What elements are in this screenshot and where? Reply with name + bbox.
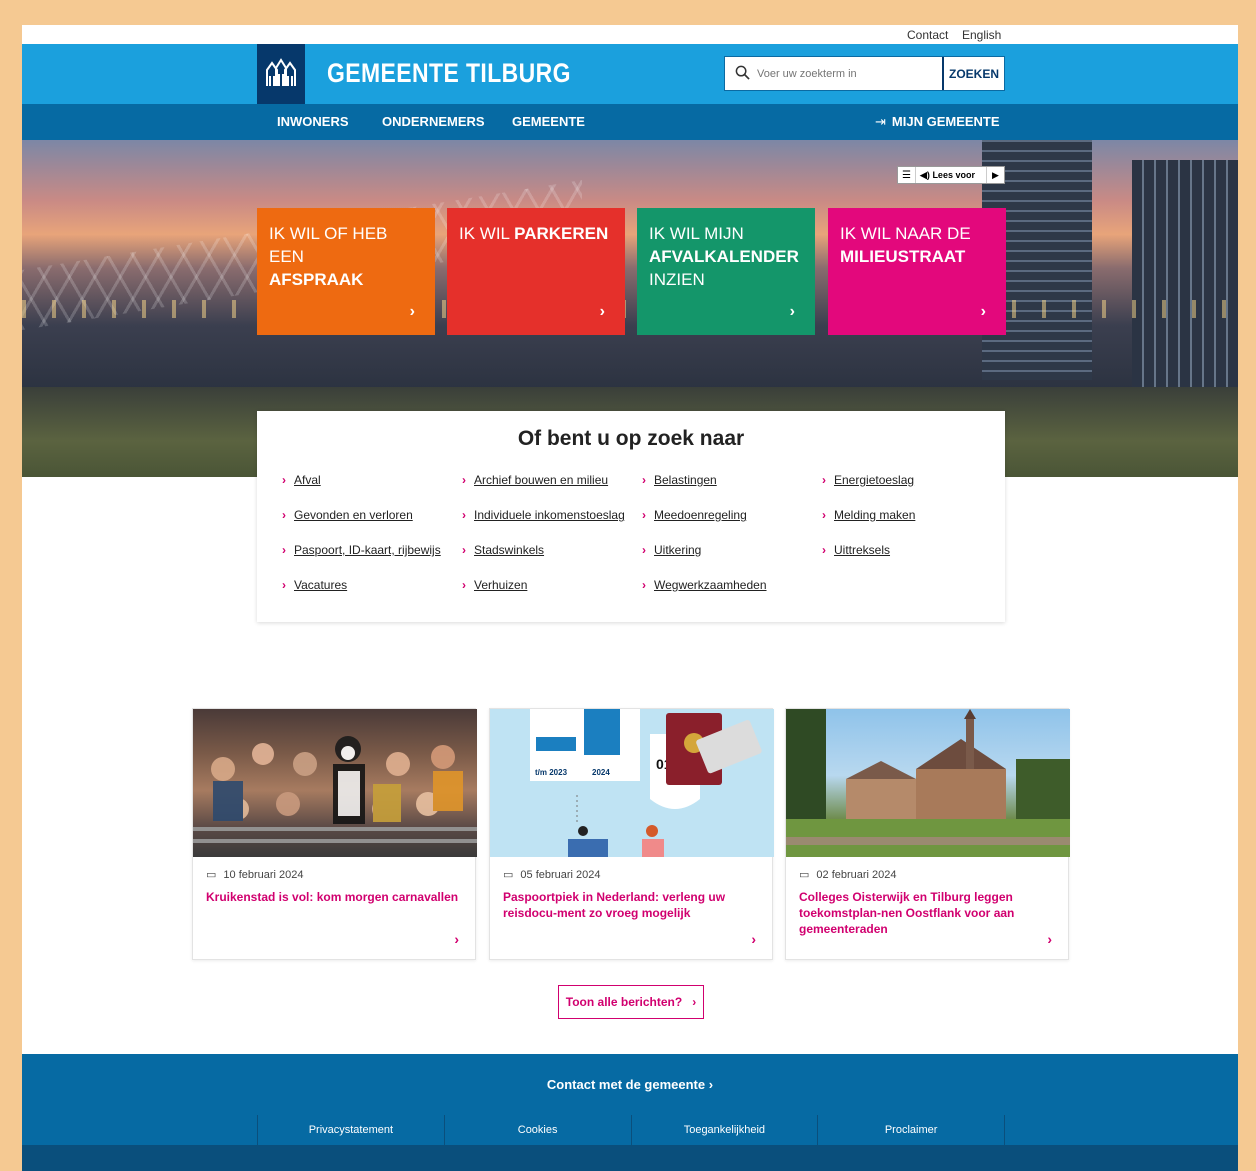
search-button[interactable]: ZOEKEN — [942, 57, 1004, 90]
chevron-right-icon: › — [599, 303, 605, 320]
calendar-icon: ▭ — [799, 869, 810, 881]
building — [1132, 160, 1238, 400]
quick-link[interactable]: › Energietoeslag — [822, 473, 914, 487]
news-title[interactable]: Kruikenstad is vol: kom morgen carnavall… — [206, 889, 466, 905]
main-nav: INWONERS ONDERNEMERS GEMEENTE ⇥ MIJN GEME… — [22, 104, 1238, 140]
chevron-right-icon: › — [282, 578, 286, 592]
chevron-right-icon: › — [454, 931, 459, 947]
footer-links: Privacystatement Cookies Toegankelijkhei… — [257, 1115, 1005, 1145]
quick-link[interactable]: › Uitkering — [642, 543, 701, 557]
quick-links-panel: Of bent u op zoek naar › Afval › Archief b… — [257, 411, 1005, 622]
readspeaker-bar: ☰ ◀) Lees voor ▶ — [897, 166, 1005, 184]
footer: Contact met de gemeente › Privacystateme… — [22, 1054, 1238, 1171]
footer-contact-link[interactable]: Contact met de gemeente › — [22, 1077, 1238, 1092]
all-news-button[interactable]: Toon alle berichten? › — [558, 985, 704, 1019]
speaker-icon: ◀) — [920, 169, 930, 180]
quick-link[interactable]: › Stadswinkels — [462, 543, 544, 557]
chevron-right-icon: › — [642, 543, 646, 557]
quick-link[interactable]: › Paspoort, ID-kaart, rijbewijs — [282, 543, 441, 557]
header: GEMEENTE TILBURG ZOEKEN — [22, 44, 1238, 104]
news-card[interactable]: ▭ 10 februari 2024 Kruikenstad is vol: ko… — [192, 708, 477, 960]
tile-afspraak[interactable]: IK WIL OF HEB EEN AFSPRAAK › — [257, 208, 435, 335]
chevron-right-icon: › — [282, 508, 286, 522]
news-card[interactable]: ▭ 02 februari 2024 Colleges Oisterwijk en… — [785, 708, 1070, 960]
calendar-icon: ▭ — [206, 869, 217, 881]
chevron-right-icon: › — [822, 508, 826, 522]
page: Contact English GEMEENTE TILBURG ZOEKEN … — [22, 25, 1238, 1171]
search-icon — [735, 65, 750, 80]
tile-afvalkalender[interactable]: IK WIL MIJN AFVALKALENDER INZIEN › — [637, 208, 815, 335]
train-lights — [22, 300, 1238, 318]
news-date: ▭ 10 februari 2024 — [206, 868, 304, 882]
quick-link[interactable]: › Archief bouwen en milieu — [462, 473, 608, 487]
quick-links-title: Of bent u op zoek naar — [517, 427, 745, 450]
quick-link[interactable]: › Wegwerkzaamheden — [642, 578, 767, 592]
chevron-right-icon: › — [409, 303, 415, 320]
quick-link[interactable]: › Melding maken — [822, 508, 915, 522]
quick-link[interactable]: › Gevonden en verloren — [282, 508, 413, 522]
quick-link[interactable]: › Belastingen — [642, 473, 717, 487]
quick-link[interactable]: › Meedoenregeling — [642, 508, 747, 522]
footer-link-cookies[interactable]: Cookies — [443, 1115, 631, 1145]
my-municipality-link[interactable]: ⇥ MIJN GEMEENTE — [875, 114, 1000, 130]
chevron-right-icon: › — [462, 508, 466, 522]
chart-label: t/m 2023 — [535, 768, 568, 777]
chevron-right-icon: › — [751, 931, 756, 947]
footer-bottom-bar — [22, 1145, 1238, 1171]
quick-link[interactable]: › Afval — [282, 473, 321, 487]
quick-link[interactable]: › Verhuizen — [462, 578, 527, 592]
chevron-right-icon: › — [282, 543, 286, 557]
chevron-right-icon: › — [1047, 931, 1052, 947]
news-date: ▭ 02 februari 2024 — [799, 868, 897, 882]
quick-link[interactable]: › Vacatures — [282, 578, 347, 592]
chevron-right-icon: › — [789, 303, 795, 320]
chevron-right-icon: › — [282, 473, 286, 487]
chevron-right-icon: › — [822, 543, 826, 557]
chevron-right-icon: › — [642, 578, 646, 592]
nav-item-ondernemers[interactable]: ONDERNEMERS — [382, 114, 485, 129]
site-title[interactable]: GEMEENTE TILBURG — [327, 58, 571, 89]
news-title[interactable]: Paspoortpiek in Nederland: verleng uw re… — [503, 889, 763, 921]
chart-label: 2024 — [592, 768, 610, 777]
nav-item-gemeente[interactable]: GEMEENTE — [512, 114, 585, 129]
news-card[interactable]: t/m 2023 2024 01 ▭ 05 februari 2024 Paspo… — [489, 708, 774, 960]
english-link[interactable]: English — [962, 28, 1001, 42]
play-icon[interactable]: ▶ — [986, 167, 1004, 183]
footer-link-proclaimer[interactable]: Proclaimer — [817, 1115, 1005, 1145]
chevron-right-icon: › — [462, 543, 466, 557]
passport-illustration: t/m 2023 2024 01 — [490, 709, 774, 857]
city-crest-icon — [266, 58, 296, 86]
search-input[interactable] — [757, 65, 937, 83]
contact-link[interactable]: Contact — [907, 28, 948, 42]
footer-link-privacy[interactable]: Privacystatement — [257, 1115, 444, 1145]
footer-link-accessibility[interactable]: Toegankelijkheid — [630, 1115, 818, 1145]
read-aloud-button[interactable]: ◀) Lees voor — [916, 170, 986, 181]
nav-item-inwoners[interactable]: INWONERS — [277, 114, 349, 129]
quick-link[interactable]: › Uittreksels — [822, 543, 890, 557]
news-date: ▭ 05 februari 2024 — [503, 868, 601, 882]
top-bar: Contact English — [22, 25, 1238, 44]
chevron-right-icon: › — [642, 473, 646, 487]
abbey-image — [786, 709, 1070, 857]
calendar-icon: ▭ — [503, 869, 514, 881]
chevron-right-icon: › — [642, 508, 646, 522]
tile-parkeren[interactable]: IK WIL PARKEREN › — [447, 208, 625, 335]
chevron-right-icon: › — [462, 578, 466, 592]
chevron-right-icon: › — [980, 303, 986, 320]
quick-link[interactable]: › Individuele inkomenstoeslag — [462, 508, 625, 522]
chevron-right-icon: › — [822, 473, 826, 487]
news-title[interactable]: Colleges Oisterwijk en Tilburg leggen to… — [799, 889, 1059, 937]
search-form: ZOEKEN — [724, 56, 1005, 91]
tile-milieustraat[interactable]: IK WIL NAAR DE MILIEUSTRAAT › — [828, 208, 1006, 335]
chevron-right-icon: › — [708, 1077, 714, 1092]
menu-icon[interactable]: ☰ — [898, 167, 916, 183]
tilburg-logo[interactable] — [257, 44, 305, 104]
chevron-right-icon: › — [692, 995, 697, 1009]
carnival-crowd-image — [193, 709, 477, 857]
chevron-right-icon: › — [462, 473, 466, 487]
login-icon: ⇥ — [875, 114, 886, 129]
